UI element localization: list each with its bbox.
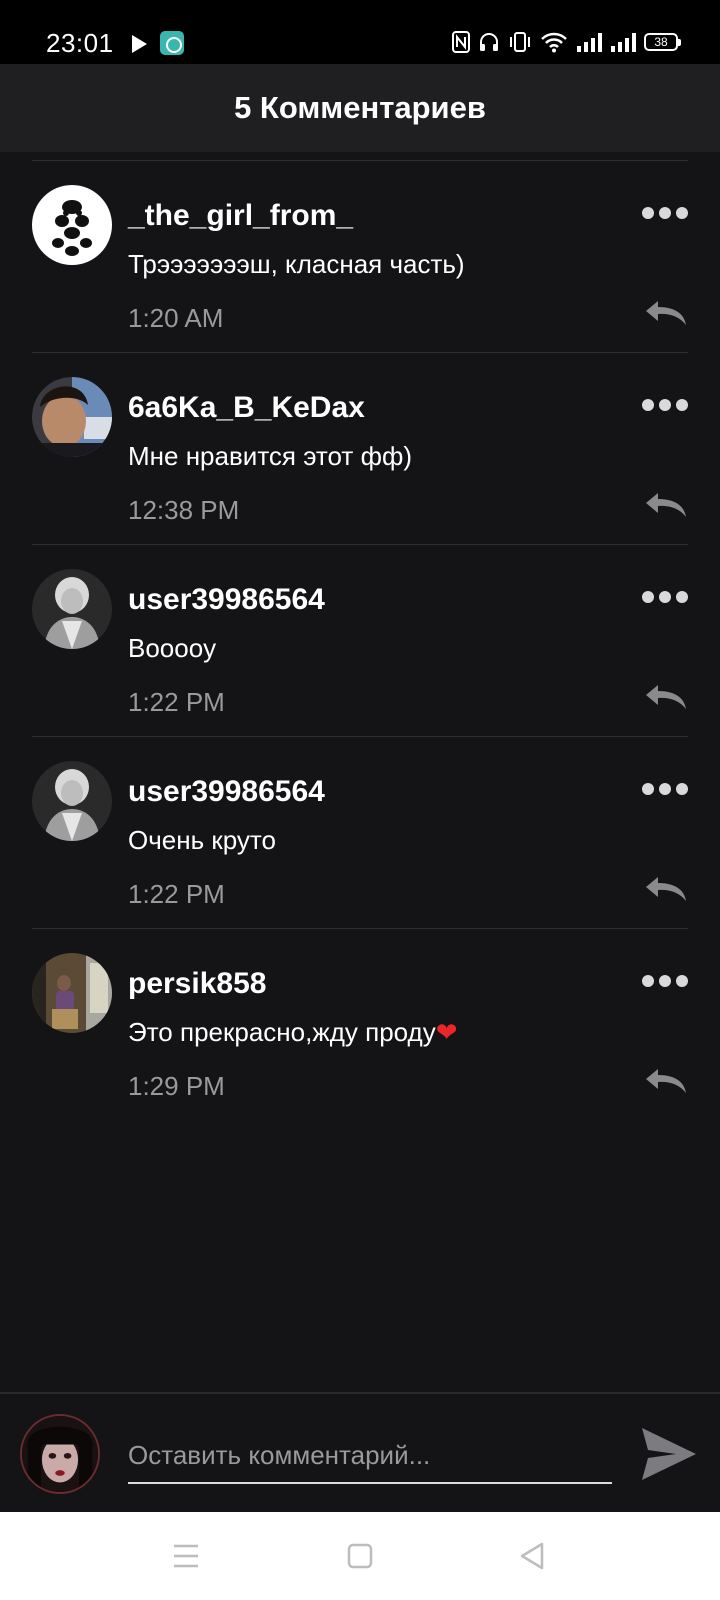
comment-username[interactable]: 6a6Ka_B_KeDax [128, 391, 365, 425]
status-bar: 23:01 38 [0, 0, 720, 64]
reply-arrow-icon[interactable] [644, 683, 688, 711]
more-dots-icon[interactable] [642, 781, 688, 797]
menu-icon[interactable] [168, 1538, 204, 1574]
comment-item: user39986564 Booooy 1:22 PM [32, 544, 688, 736]
comment-time: 12:38 PM [128, 495, 240, 525]
signal-icon [577, 33, 602, 52]
comment-time: 1:22 PM [128, 687, 225, 717]
navigation-bar [0, 1512, 720, 1600]
comment-item: 6a6Ka_B_KeDax Мне нравится этот фф) 12:3… [32, 352, 688, 544]
comment-input[interactable] [128, 1424, 612, 1484]
comment-item: _the_girl_from_ Трэээээээш, класная част… [32, 160, 688, 352]
comment-text: Трэээээээш, класная часть) [128, 249, 465, 279]
signal-icon [611, 33, 636, 52]
app-badge-icon [160, 31, 184, 55]
headphones-icon [480, 33, 498, 51]
wifi-icon [541, 32, 567, 53]
page-title: 5 Комментариев [234, 90, 486, 125]
back-triangle-icon[interactable] [514, 1538, 550, 1574]
reply-arrow-icon[interactable] [644, 1067, 688, 1095]
more-dots-icon[interactable] [642, 397, 688, 413]
send-icon[interactable] [640, 1426, 698, 1482]
comment-text: Очень круто [128, 825, 276, 855]
comment-time: 1:20 AM [128, 303, 224, 333]
comment-composer [0, 1392, 720, 1512]
avatar[interactable] [32, 377, 112, 457]
comment-time: 1:29 PM [128, 1071, 225, 1101]
comment-text: Booooy [128, 633, 217, 663]
more-dots-icon[interactable] [642, 205, 688, 221]
comment-username[interactable]: persik858 [128, 967, 266, 1001]
avatar[interactable] [32, 569, 112, 649]
nfc-icon [452, 31, 470, 53]
status-time: 23:01 [46, 28, 114, 58]
avatar[interactable] [32, 761, 112, 841]
status-icons: 38 [452, 28, 681, 56]
comments-header: 5 Комментариев [0, 64, 720, 152]
reply-arrow-icon[interactable] [644, 299, 688, 327]
more-dots-icon[interactable] [642, 973, 688, 989]
play-icon [132, 35, 147, 53]
comment-item: user39986564 Очень круто 1:22 PM [32, 736, 688, 928]
comment-time: 1:22 PM [128, 879, 225, 909]
home-square-icon[interactable] [342, 1538, 378, 1574]
comment-text: Мне нравится этот фф) [128, 441, 413, 471]
avatar [20, 1414, 100, 1494]
heart-emoji: ❤ [435, 1017, 458, 1047]
comment-username[interactable]: user39986564 [128, 583, 325, 617]
avatar[interactable] [32, 185, 112, 265]
comment-text: Это прекрасно,жду проду❤ [128, 1017, 458, 1048]
comment-username[interactable]: user39986564 [128, 775, 325, 809]
avatar[interactable] [32, 953, 112, 1033]
more-dots-icon[interactable] [642, 589, 688, 605]
vibrate-icon [510, 32, 530, 52]
comment-item: persik858 Это прекрасно,жду проду❤ 1:29 … [32, 928, 688, 1120]
comment-list: _the_girl_from_ Трэээээээш, класная част… [32, 160, 688, 1120]
battery-icon: 38 [644, 33, 681, 51]
comment-username[interactable]: _the_girl_from_ [128, 199, 353, 233]
comment-text-body: Это прекрасно,жду проду [128, 1017, 436, 1047]
reply-arrow-icon[interactable] [644, 491, 688, 519]
reply-arrow-icon[interactable] [644, 875, 688, 903]
